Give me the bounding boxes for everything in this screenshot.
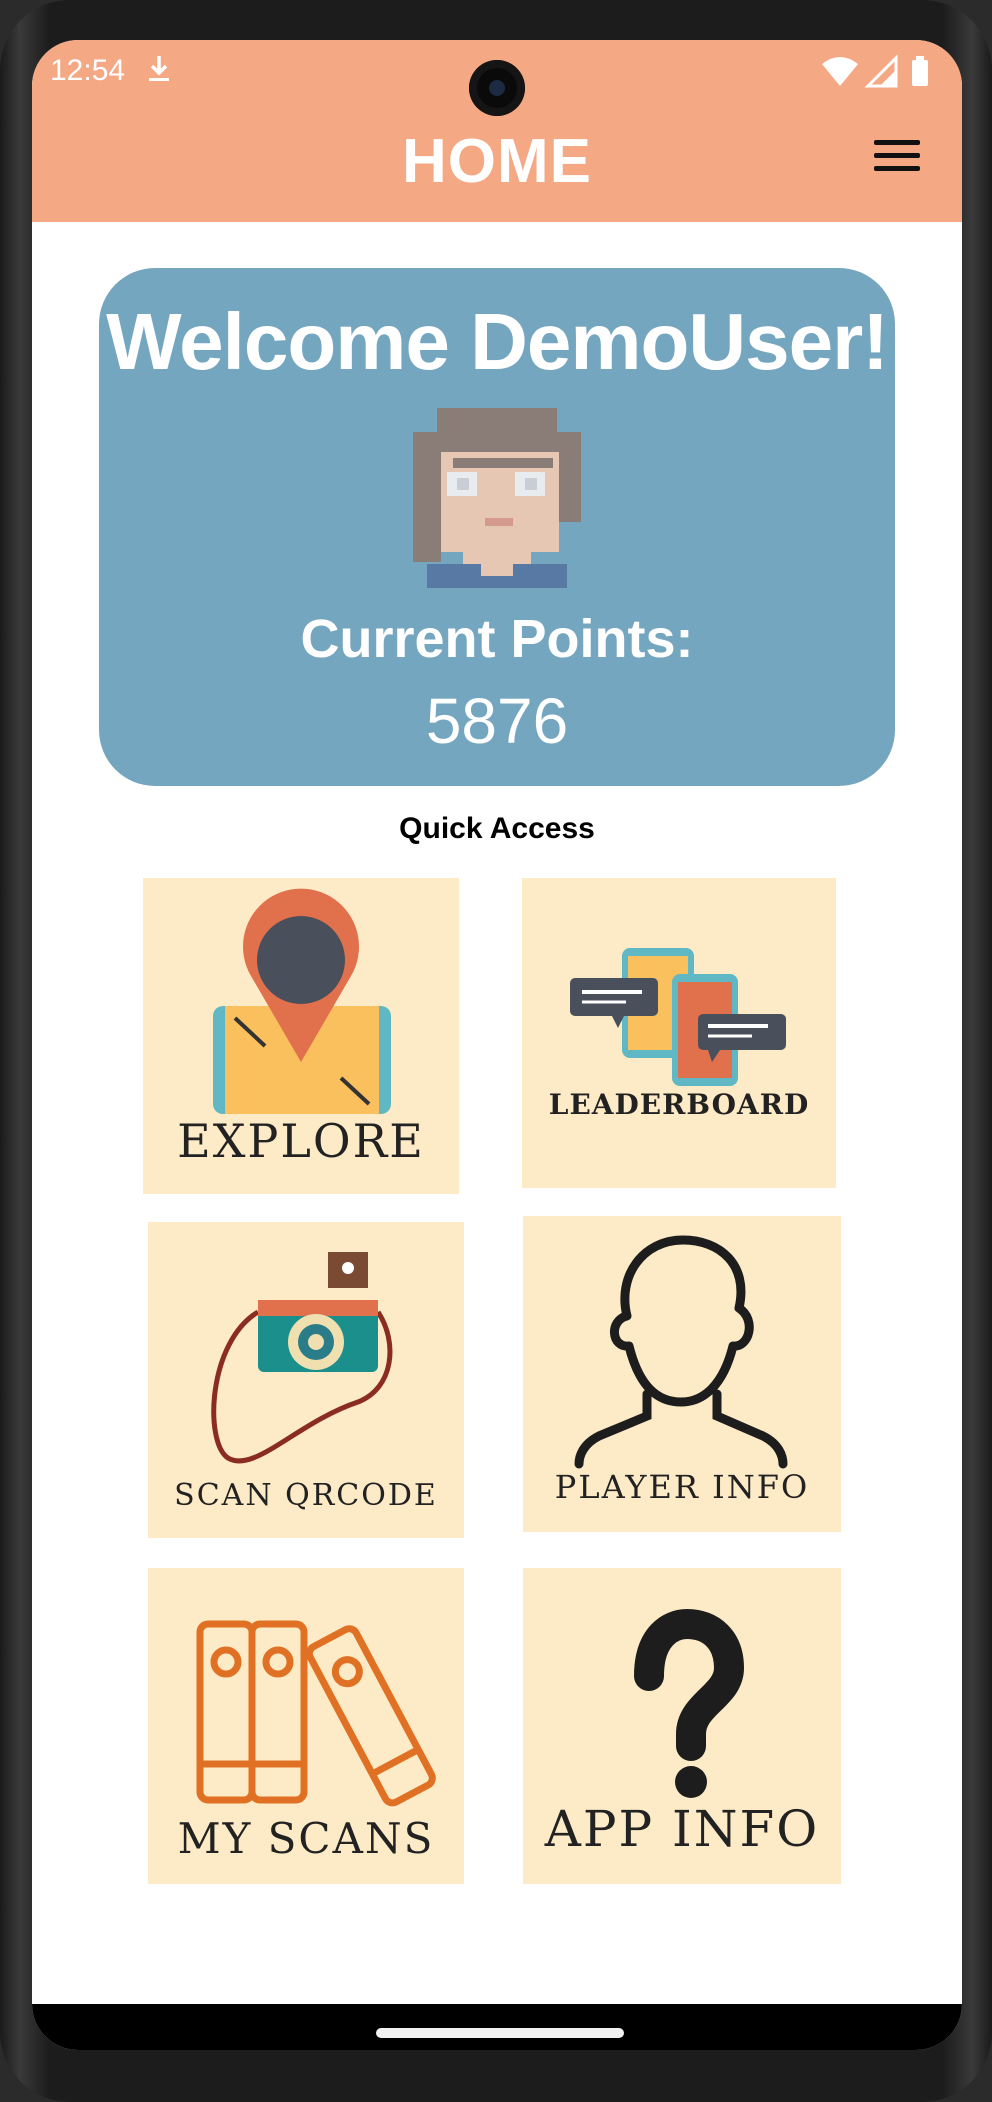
front-camera <box>469 60 525 116</box>
points-value: 5876 <box>425 685 569 757</box>
home-gesture-handle[interactable] <box>376 2028 624 2038</box>
wifi-icon <box>822 57 858 86</box>
app-info-tile[interactable]: APP INFO <box>523 1568 841 1884</box>
phone-frame: 12:54 HOME Welcome DemoUser! Current Poi… <box>0 0 992 2102</box>
status-time: 12:54 <box>50 54 126 87</box>
player-info-tile[interactable]: PLAYER INFO <box>523 1216 841 1532</box>
system-nav-bar <box>32 2004 962 2050</box>
tile-label: LEADERBOARD <box>548 1088 810 1121</box>
points-label: Current Points: <box>300 609 694 669</box>
tile-label: EXPLORE <box>177 1114 425 1168</box>
battery-icon <box>912 60 928 86</box>
status-icons <box>822 54 928 88</box>
quick-access-heading: Quick Access <box>399 812 595 845</box>
scan-qrcode-tile[interactable]: SCAN QRCODE <box>148 1222 464 1538</box>
welcome-card: Welcome DemoUser! Current Points: 5876 <box>99 268 895 786</box>
tile-label: PLAYER INFO <box>554 1468 810 1506</box>
app-bar: 12:54 HOME <box>32 40 962 222</box>
chat-phones-icon <box>570 948 786 1086</box>
tile-label: APP INFO <box>544 1800 820 1858</box>
welcome-greeting: Welcome DemoUser! <box>106 297 889 386</box>
avatar <box>413 408 581 588</box>
tile-label: SCAN QRCODE <box>174 1478 438 1513</box>
screen: 12:54 HOME Welcome DemoUser! Current Poi… <box>32 40 962 2050</box>
leaderboard-tile[interactable]: LEADERBOARD <box>522 878 836 1188</box>
download-icon <box>149 56 169 81</box>
my-scans-tile[interactable]: MY SCANS <box>148 1568 464 1884</box>
page-title: HOME <box>402 127 592 196</box>
explore-tile[interactable]: EXPLORE <box>143 878 459 1194</box>
hamburger-menu-icon[interactable] <box>874 140 920 180</box>
tile-label: MY SCANS <box>177 1814 435 1863</box>
